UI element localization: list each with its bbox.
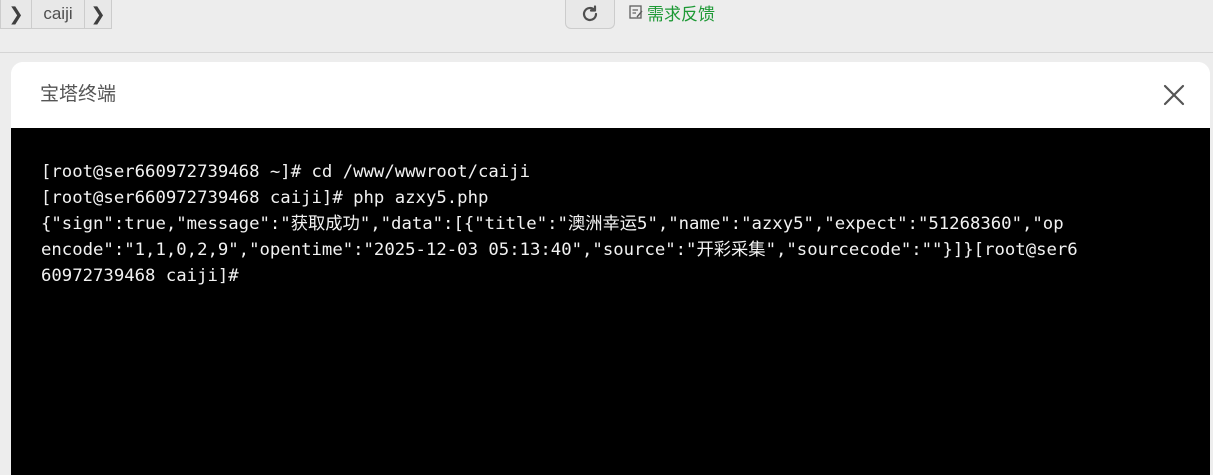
terminal-line: 60972739468 caiji]# <box>41 266 239 286</box>
close-button[interactable] <box>1160 81 1188 109</box>
modal-header: 宝塔终端 <box>11 62 1210 128</box>
terminal-line: [root@ser660972739468 ~]# cd /www/wwwroo… <box>41 162 530 182</box>
terminal-line: {"sign":true,"message":"获取成功","data":[{"… <box>41 214 1064 234</box>
terminal-screen[interactable]: [root@ser660972739468 ~]# cd /www/wwwroo… <box>11 128 1210 475</box>
terminal-line: [root@ser660972739468 caiji]# php azxy5.… <box>41 188 489 208</box>
terminal-modal: 宝塔终端 [root@ser660972739468 ~]# cd /www/w… <box>11 62 1210 475</box>
terminal-line: encode":"1,1,0,2,9","opentime":"2025-12-… <box>41 240 1078 260</box>
close-icon <box>1163 84 1185 106</box>
modal-title: 宝塔终端 <box>40 84 117 105</box>
